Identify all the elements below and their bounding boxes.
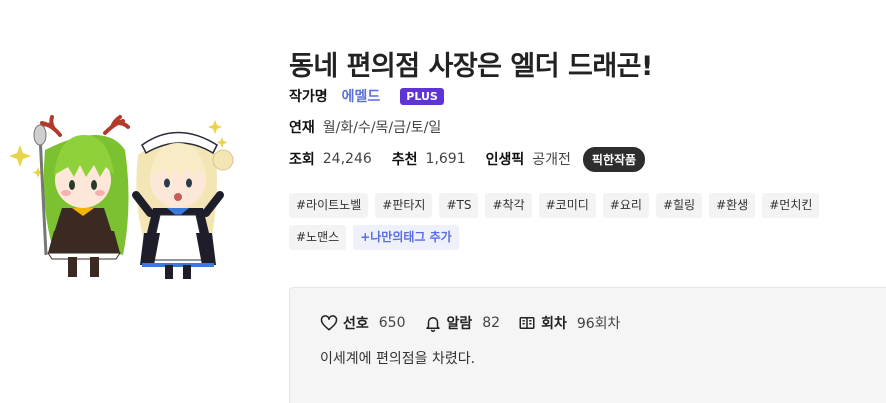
- tag-item[interactable]: #판타지: [375, 193, 433, 218]
- synopsis-text: 이세계에 편의점을 차렸다.: [320, 351, 476, 367]
- tag-item[interactable]: #먼치킨: [762, 193, 820, 218]
- picked-works-button[interactable]: 픽한작품: [582, 146, 646, 172]
- tag-list: #라이트노벨 #판타지 #TS #착각 #코미디 #요리 #힐링 #환생 #먼치…: [289, 193, 879, 250]
- tag-item[interactable]: #TS: [439, 193, 479, 218]
- author-label: 작가명: [289, 89, 328, 105]
- tag-item[interactable]: #노맨스: [289, 225, 347, 250]
- serial-row: 연재 월/화/수/목/금/토/일: [289, 117, 441, 137]
- cover-illustration: [9, 105, 240, 290]
- plus-badge: PLUS: [400, 87, 444, 105]
- recommend-label: 추천: [391, 152, 418, 168]
- serial-label: 연재: [289, 120, 315, 136]
- alarm-label: 알람: [446, 316, 473, 332]
- tag-item[interactable]: #힐링: [655, 193, 703, 218]
- tag-item[interactable]: #환생: [709, 193, 756, 218]
- bell-icon: [425, 317, 440, 332]
- counts-row: 선호 650 알람 82 회차 96회차: [320, 313, 638, 333]
- work-title: 동네 편의점 사장은 엘더 드래곤!: [289, 51, 653, 82]
- tag-item[interactable]: #코미디: [538, 193, 596, 218]
- episodes-info: 회차 96회차: [518, 313, 620, 333]
- favorite-count: 650: [378, 315, 406, 331]
- views-label: 조회: [289, 152, 315, 168]
- favorite-label: 선호: [343, 316, 369, 332]
- alarm-button[interactable]: 알람 82: [424, 313, 501, 333]
- serial-days: 월/화/수/목/금/토/일: [322, 120, 442, 136]
- episodes-count: 96회차: [576, 316, 621, 332]
- book-list-icon: [519, 317, 535, 329]
- life-pick-label: 인생픽: [485, 152, 525, 168]
- life-pick-value: 공개전: [532, 152, 571, 168]
- episodes-label: 회차: [541, 316, 567, 332]
- tag-item[interactable]: #라이트노벨: [289, 193, 369, 218]
- alarm-count: 82: [482, 315, 501, 331]
- tag-item[interactable]: #요리: [602, 193, 649, 218]
- recommend-count: 1,691: [425, 151, 466, 167]
- author-name-link[interactable]: 에멜드: [342, 86, 381, 106]
- author-row: 작가명 에멜드 PLUS: [289, 86, 444, 106]
- heart-icon: [320, 315, 338, 331]
- favorite-button[interactable]: 선호 650: [320, 313, 406, 333]
- stats-row: 조회 24,246 추천 1,691 인생픽 공개전 픽한작품: [289, 146, 646, 172]
- work-info-box: 선호 650 알람 82 회차 96회차 이세계에 편의점을 차렸다.: [289, 287, 886, 403]
- add-custom-tag-button[interactable]: +나만의태그 추가: [353, 225, 459, 250]
- views-count: 24,246: [322, 151, 372, 167]
- tag-item[interactable]: #착각: [485, 193, 532, 218]
